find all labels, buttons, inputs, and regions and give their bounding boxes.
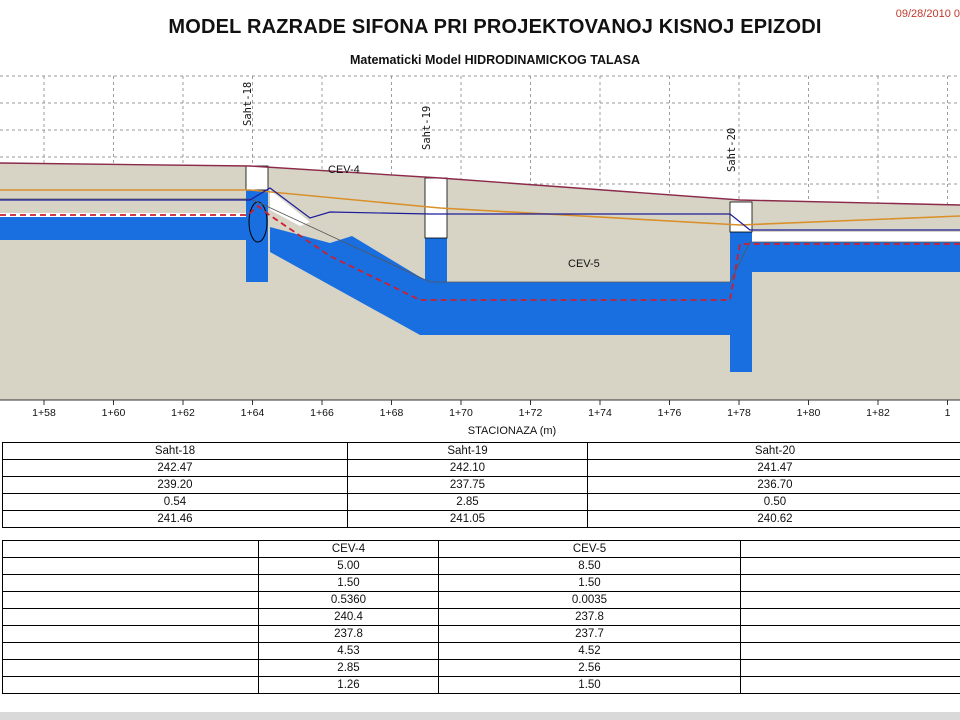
table-cell <box>740 574 960 592</box>
table-cell: Saht-18 <box>2 442 348 460</box>
shaft-table-header-row: Saht-18 Saht-19 Saht-20 <box>2 442 960 460</box>
water-pipe-downstream <box>750 242 960 272</box>
table-cell: 1.26 <box>258 676 439 694</box>
table-cell: 241.46 <box>2 510 348 528</box>
x-tick-label: 1+60 <box>102 407 126 419</box>
table-cell: 8.50 <box>438 557 741 575</box>
shaft-saht-19 <box>425 238 447 335</box>
table-cell: 240.62 <box>587 510 960 528</box>
shaft-table-row: 0.54 2.85 0.50 <box>2 493 960 511</box>
x-tick-label: 1+76 <box>658 407 682 419</box>
table-cell: Saht-20 <box>587 442 960 460</box>
table-cell: Saht-19 <box>347 442 588 460</box>
table-cell <box>740 642 960 660</box>
pipe-table-header-row: CEV-4 CEV-5 <box>2 540 960 558</box>
pipe-label-cev4: CEV-4 <box>328 164 360 176</box>
pipe-table-row: 0.5360 0.0035 <box>2 591 960 609</box>
x-tick-label: 1+78 <box>727 407 751 419</box>
table-cell: 237.7 <box>438 625 741 643</box>
water-pipe-cev5 <box>445 282 730 335</box>
table-cell <box>2 591 259 609</box>
ground-fill <box>0 163 960 400</box>
table-cell <box>740 540 960 558</box>
x-tick-label: 1+66 <box>310 407 334 419</box>
table-cell <box>2 676 259 694</box>
table-cell: CEV-4 <box>258 540 439 558</box>
pipe-label-cev5: CEV-5 <box>568 258 600 270</box>
table-cell: 237.75 <box>347 476 588 494</box>
table-cell <box>2 625 259 643</box>
table-cell: 236.70 <box>587 476 960 494</box>
shaft-top-saht-18 <box>245 165 269 191</box>
table-cell <box>2 540 259 558</box>
pipe-data-table: CEV-4 CEV-5 5.00 8.50 1.50 1.50 0.5360 0.0035 24… <box>2 540 960 694</box>
table-cell: 0.54 <box>2 493 348 511</box>
longitudinal-profile: 1+58 1+60 1+62 1+64 1+66 1+68 1+70 1+72 1+74 1+76… <box>0 75 960 437</box>
table-cell: CEV-5 <box>438 540 741 558</box>
x-tick-label: 1+80 <box>797 407 821 419</box>
table-cell <box>2 642 259 660</box>
shaft-data-table: Saht-18 Saht-19 Saht-20 242.47 242.10 241.47 2… <box>2 442 960 528</box>
x-tick-label: 1+58 <box>32 407 56 419</box>
x-axis-title: STACIONAZA (m) <box>468 425 556 437</box>
table-cell <box>2 659 259 677</box>
table-cell: 2.56 <box>438 659 741 677</box>
table-cell: 237.8 <box>258 625 439 643</box>
table-cell: 242.10 <box>347 459 588 477</box>
table-cell <box>2 574 259 592</box>
table-cell: 4.53 <box>258 642 439 660</box>
shaft-saht-20 <box>730 232 752 372</box>
shaft-label-saht-20: Saht-20 <box>726 128 738 172</box>
x-tick-label: 1+72 <box>519 407 543 419</box>
shaft-label-saht-19: Saht-19 <box>421 106 433 150</box>
table-cell <box>740 625 960 643</box>
pipe-table-row: 240.4 237.8 <box>2 608 960 626</box>
table-cell: 240.4 <box>258 608 439 626</box>
table-cell: 2.85 <box>258 659 439 677</box>
table-cell: 0.50 <box>587 493 960 511</box>
pipe-table-row: 1.26 1.50 <box>2 676 960 694</box>
pipe-table-row: 237.8 237.7 <box>2 625 960 643</box>
table-cell <box>740 591 960 609</box>
table-cell: 1.50 <box>438 676 741 694</box>
table-cell <box>2 608 259 626</box>
profile-layers <box>0 162 960 401</box>
table-cell <box>2 557 259 575</box>
table-cell: 237.8 <box>438 608 741 626</box>
table-cell <box>740 608 960 626</box>
x-tick-label: 1+74 <box>588 407 612 419</box>
table-cell <box>740 659 960 677</box>
pipe-table-row: 5.00 8.50 <box>2 557 960 575</box>
window-bottom-edge <box>0 712 960 720</box>
table-cell: 0.0035 <box>438 591 741 609</box>
shaft-table-row: 242.47 242.10 241.47 <box>2 459 960 477</box>
shaft-table-row: 241.46 241.05 240.62 <box>2 510 960 528</box>
x-tick-label: 1+68 <box>380 407 404 419</box>
table-cell: 241.47 <box>587 459 960 477</box>
x-tick-label: 1+82 <box>866 407 890 419</box>
shaft-label-saht-18: Saht-18 <box>242 82 254 126</box>
table-cell: 241.05 <box>347 510 588 528</box>
table-cell: 1.50 <box>258 574 439 592</box>
table-cell <box>740 676 960 694</box>
table-cell: 239.20 <box>2 476 348 494</box>
x-tick-label: 1+70 <box>449 407 473 419</box>
table-cell: 1.50 <box>438 574 741 592</box>
table-cell: 242.47 <box>2 459 348 477</box>
pipe-table-row: 2.85 2.56 <box>2 659 960 677</box>
table-cell <box>740 557 960 575</box>
pipe-table-row: 1.50 1.50 <box>2 574 960 592</box>
table-cell: 0.5360 <box>258 591 439 609</box>
table-cell: 4.52 <box>438 642 741 660</box>
x-tick-label: 1 <box>945 407 951 419</box>
table-cell: 2.85 <box>347 493 588 511</box>
x-tick-label: 1+64 <box>241 407 265 419</box>
water-pipe-upstream <box>0 217 250 240</box>
shaft-table-row: 239.20 237.75 236.70 <box>2 476 960 494</box>
x-tick-label: 1+62 <box>171 407 195 419</box>
table-cell: 5.00 <box>258 557 439 575</box>
x-tick-labels: 1+58 1+60 1+62 1+64 1+66 1+68 1+70 1+72 1+74 1+76… <box>32 400 951 419</box>
pipe-air-downstream <box>750 232 960 242</box>
pipe-table-row: 4.53 4.52 <box>2 642 960 660</box>
